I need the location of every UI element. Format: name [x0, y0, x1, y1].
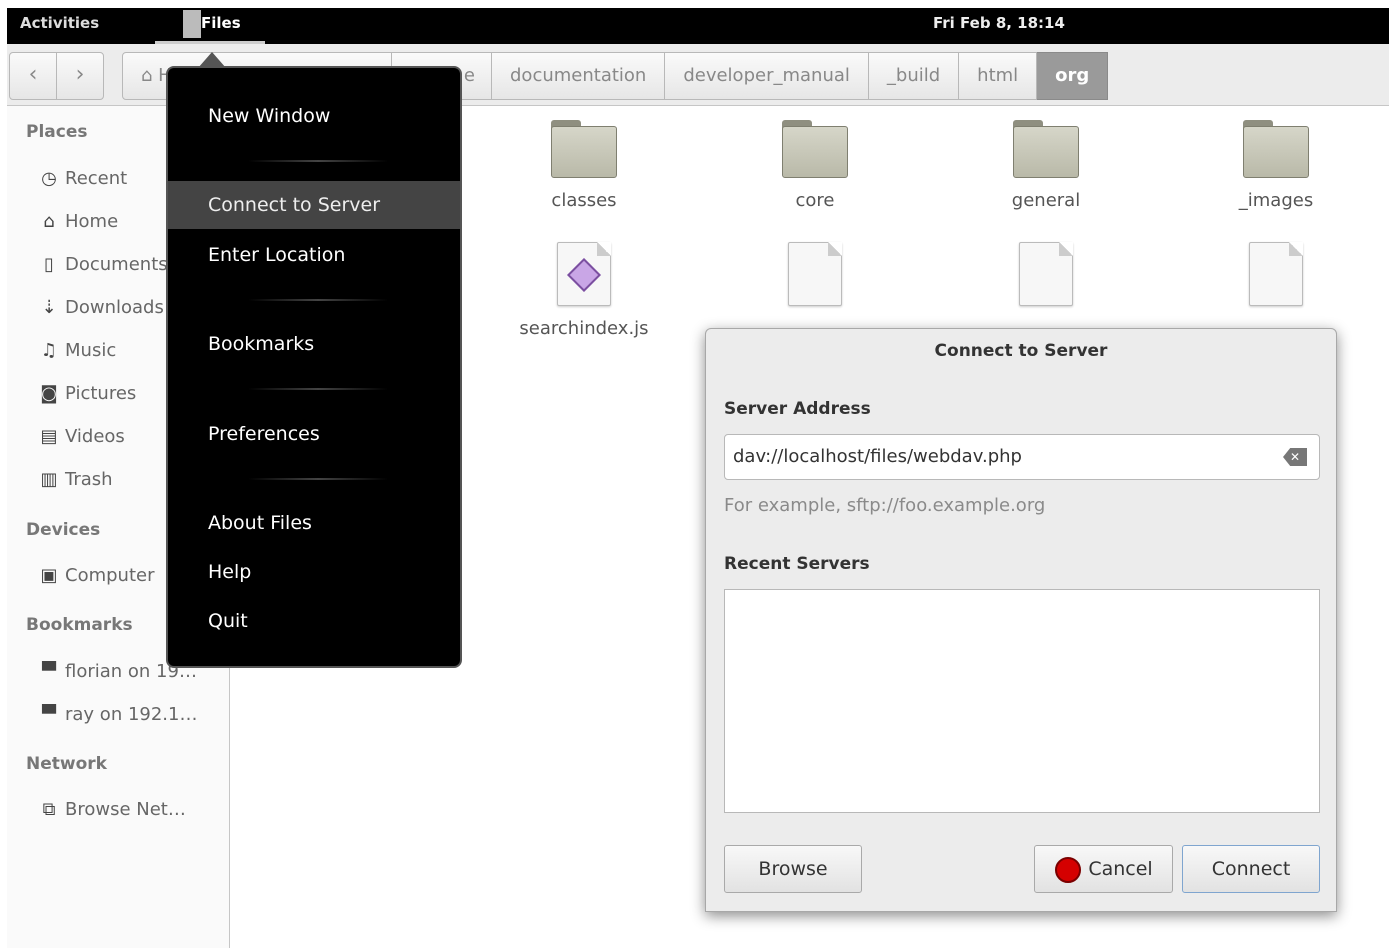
film-icon: ▤ — [40, 426, 58, 447]
app-menu-button[interactable]: Files — [155, 8, 265, 44]
breadcrumb-item[interactable]: developer_manual — [665, 52, 869, 100]
file-item[interactable] — [735, 242, 895, 306]
computer-icon: ▣ — [40, 565, 58, 586]
folder-icon — [1243, 120, 1309, 178]
chevron-left-icon: ‹ — [28, 62, 38, 87]
folder-item[interactable]: core — [735, 120, 895, 211]
browse-button[interactable]: Browse — [724, 845, 862, 893]
files-app-icon — [183, 10, 201, 38]
folder-item[interactable]: classes — [504, 120, 664, 211]
sidebar-item-label: Documents — [65, 254, 168, 275]
breadcrumb-item-current[interactable]: org — [1037, 52, 1109, 100]
places-header: Places — [26, 122, 88, 142]
activities-button[interactable]: Activities — [20, 14, 99, 32]
home-icon: ⌂ — [43, 211, 55, 232]
forward-button[interactable]: › — [56, 52, 104, 100]
menu-item-help[interactable]: Help — [168, 548, 460, 596]
devices-header: Devices — [26, 520, 101, 540]
top-bar: Activities Files Fri Feb 8, 18:14 — [7, 8, 1389, 44]
cancel-label: Cancel — [1088, 858, 1153, 880]
recent-servers-list[interactable] — [724, 589, 1320, 813]
file-name: general — [1011, 190, 1081, 211]
menu-item-about-files[interactable]: About Files — [168, 499, 460, 547]
file-name: _images — [1238, 190, 1314, 211]
cancel-button[interactable]: Cancel — [1034, 845, 1173, 893]
breadcrumb-item[interactable]: documentation — [492, 52, 666, 100]
dialog-title: Connect to Server — [934, 341, 1108, 361]
folder-icon — [782, 120, 848, 178]
network-icon: ⧉ — [42, 799, 56, 820]
connect-to-server-dialog: Connect to Server Server Address dav://l… — [705, 328, 1337, 912]
server-address-input[interactable]: dav://localhost/files/webdav.php ✕ — [724, 434, 1320, 480]
network-share-icon: ▀ — [42, 661, 56, 682]
sidebar-item-label: Videos — [65, 426, 125, 447]
sidebar-item-label: Trash — [65, 469, 113, 490]
script-file-icon — [557, 242, 611, 306]
camera-icon: ◙ — [40, 383, 58, 404]
breadcrumb-item[interactable]: html — [959, 52, 1038, 100]
sidebar-item-browse-network[interactable]: ⧉ Browse Net… — [37, 799, 223, 820]
html-file-icon — [788, 242, 842, 306]
sidebar-item-label: Browse Net… — [65, 799, 186, 820]
menu-item-new-window[interactable]: New Window — [168, 92, 460, 140]
file-name: classes — [551, 190, 617, 211]
clear-icon[interactable]: ✕ — [1283, 448, 1307, 466]
recent-servers-label: Recent Servers — [724, 554, 870, 574]
sidebar-item-label: Home — [65, 211, 119, 232]
sidebar-item-label: Music — [65, 340, 117, 361]
bookmarks-header: Bookmarks — [26, 615, 133, 635]
chevron-right-icon: › — [75, 62, 85, 87]
music-icon: ♫ — [40, 340, 58, 361]
breadcrumb-item[interactable]: _build — [868, 52, 960, 100]
home-icon: ⌂ — [141, 65, 153, 86]
clock-icon: ◷ — [41, 168, 57, 189]
server-address-value: dav://localhost/files/webdav.php — [733, 446, 1022, 467]
back-button[interactable]: ‹ — [9, 52, 57, 100]
html-file-icon — [1019, 242, 1073, 306]
network-share-icon: ▀ — [42, 704, 56, 725]
file-item[interactable] — [1196, 242, 1356, 306]
folder-item[interactable]: general — [966, 120, 1126, 211]
menu-separator — [248, 299, 388, 301]
sidebar-item-label: ray on 192.1… — [65, 704, 198, 725]
menu-separator — [248, 478, 388, 480]
file-name: searchindex.js — [519, 318, 649, 339]
clock[interactable]: Fri Feb 8, 18:14 — [933, 14, 1065, 32]
menu-item-quit[interactable]: Quit — [168, 597, 460, 645]
sidebar-item-label: Pictures — [65, 383, 137, 404]
menu-item-enter-location[interactable]: Enter Location — [168, 231, 460, 279]
download-icon: ⇣ — [41, 297, 57, 318]
menu-separator — [248, 388, 388, 390]
network-header: Network — [26, 754, 107, 774]
menu-item-connect-to-server[interactable]: Connect to Server — [168, 181, 460, 229]
document-icon: ▯ — [44, 254, 54, 275]
file-item[interactable] — [966, 242, 1126, 306]
file-name: core — [795, 190, 835, 211]
folder-icon — [1013, 120, 1079, 178]
html-file-icon — [1249, 242, 1303, 306]
sidebar-item-label: Downloads — [65, 297, 164, 318]
file-item[interactable]: searchindex.js — [504, 242, 664, 339]
server-address-label: Server Address — [724, 399, 871, 419]
menu-item-bookmarks[interactable]: Bookmarks — [168, 320, 460, 368]
server-address-hint: For example, sftp://foo.example.org — [724, 495, 1046, 516]
connect-button[interactable]: Connect — [1182, 845, 1320, 893]
menu-separator — [248, 160, 388, 162]
stop-icon — [1055, 857, 1081, 883]
app-menu: New Window Connect to Server Enter Locat… — [166, 66, 462, 668]
sidebar-item-label: Computer — [65, 565, 155, 586]
folder-icon — [551, 120, 617, 178]
sidebar-item-bookmark[interactable]: ▀ ray on 192.1… — [37, 704, 223, 725]
trash-icon: ▥ — [40, 469, 58, 490]
app-name: Files — [201, 14, 241, 32]
folder-item[interactable]: _images — [1196, 120, 1356, 211]
sidebar-item-label: Recent — [65, 168, 128, 189]
menu-item-preferences[interactable]: Preferences — [168, 410, 460, 458]
